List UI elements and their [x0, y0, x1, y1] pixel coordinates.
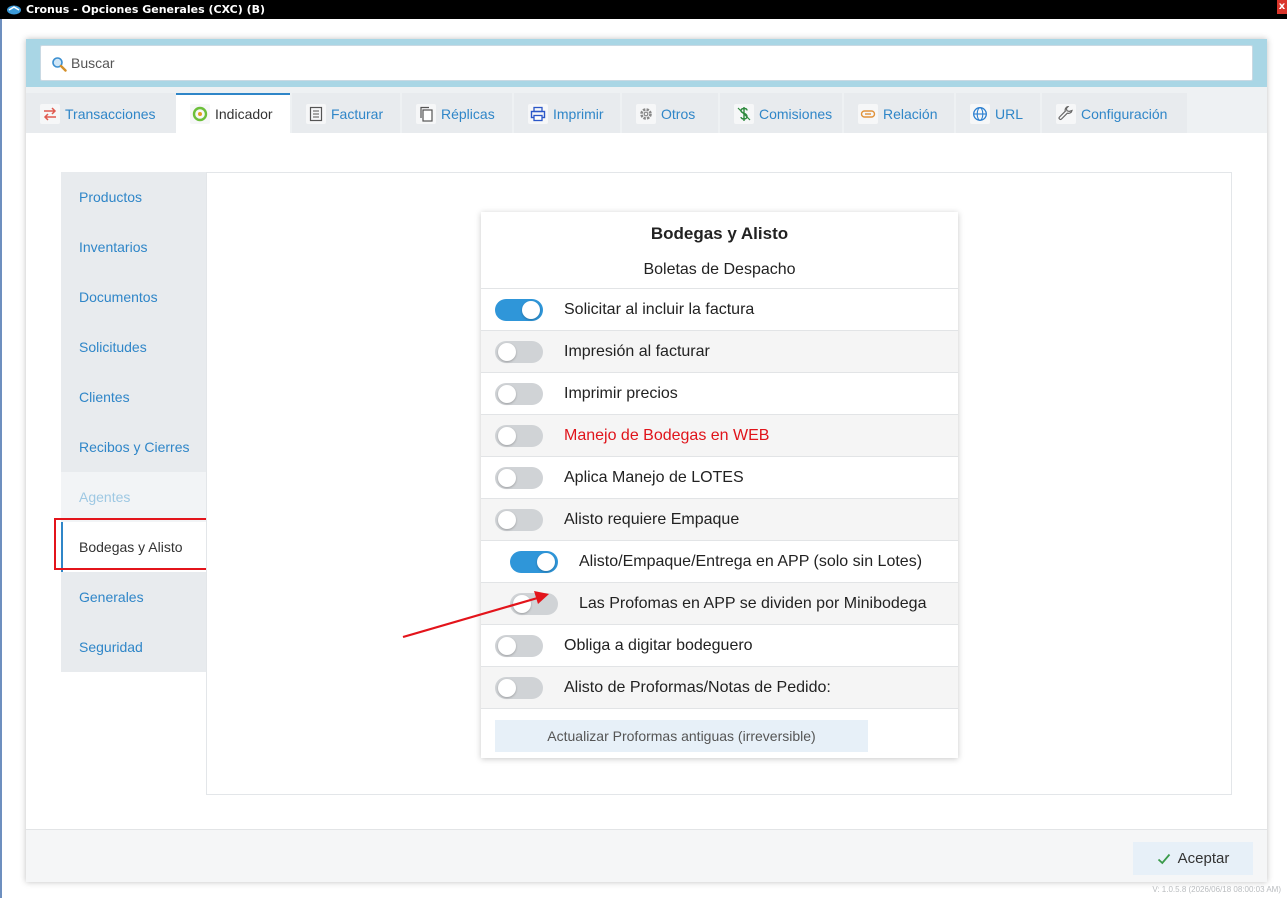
- options-footer: Actualizar Proformas antiguas (irreversi…: [481, 708, 958, 758]
- tab-otros[interactable]: Otros: [622, 93, 718, 133]
- options-title: Bodegas y Alisto: [650, 224, 789, 243]
- gear-icon: [636, 104, 656, 124]
- tab-url[interactable]: URL: [956, 93, 1040, 133]
- sidebar-item-recibos-y-cierres[interactable]: Recibos y Cierres: [61, 422, 207, 472]
- sidebar-item-documentos[interactable]: Documentos: [61, 272, 207, 322]
- sidebar-menu: Productos Inventarios Documentos Solicit…: [61, 172, 207, 672]
- option-label: Aplica Manejo de LOTES: [564, 469, 744, 486]
- tab-label: Réplicas: [441, 106, 495, 122]
- copy-icon: [416, 104, 436, 124]
- sidebar-item-productos[interactable]: Productos: [61, 172, 207, 222]
- search-box[interactable]: [40, 45, 1253, 81]
- tab-configuracion[interactable]: Configuración: [1042, 93, 1187, 133]
- option-row: Alisto requiere Empaque: [481, 498, 958, 540]
- tab-indicador[interactable]: Indicador: [176, 93, 290, 133]
- option-row: Impresión al facturar: [481, 330, 958, 372]
- option-label: Solicitar al incluir la factura: [564, 301, 755, 318]
- sidebar-item-generales[interactable]: Generales: [61, 572, 207, 622]
- update-old-proformas-button[interactable]: Actualizar Proformas antiguas (irreversi…: [495, 720, 868, 752]
- option-label: Alisto/Empaque/Entrega en APP (solo sin …: [579, 553, 923, 570]
- tab-label: Comisiones: [759, 106, 833, 122]
- window-left-border: [0, 19, 2, 898]
- accept-label: Aceptar: [1177, 850, 1230, 867]
- wrench-icon: [1056, 104, 1076, 124]
- link-icon: [858, 104, 878, 124]
- window-title: Cronus - Opciones Generales (CXC) (B): [26, 3, 266, 16]
- title-bar: Cronus - Opciones Generales (CXC) (B) x: [0, 0, 1287, 19]
- tab-label: Imprimir: [553, 106, 604, 122]
- tab-replicas[interactable]: Réplicas: [402, 93, 512, 133]
- option-row: Solicitar al incluir la factura: [481, 288, 958, 330]
- printer-icon: [528, 104, 548, 124]
- tab-label: Transacciones: [65, 106, 156, 122]
- search-input[interactable]: [71, 46, 1241, 80]
- toggle-manejo-bodegas-web[interactable]: [495, 425, 543, 447]
- search-icon: [52, 57, 67, 72]
- sidebar-item-agentes: Agentes: [61, 472, 207, 522]
- toggle-alisto-requiere-empaque[interactable]: [495, 509, 543, 531]
- tab-transacciones[interactable]: Transacciones: [26, 93, 176, 133]
- option-label: Obliga a digitar bodeguero: [564, 637, 753, 654]
- option-row: Alisto/Empaque/Entrega en APP (solo sin …: [481, 540, 958, 582]
- annotation-arrow-icon: [402, 591, 549, 639]
- option-label: Las Profomas en APP se dividen por Minib…: [579, 595, 927, 612]
- option-row: Aplica Manejo de LOTES: [481, 456, 958, 498]
- globe-icon: [970, 104, 990, 124]
- accept-button[interactable]: Aceptar: [1133, 842, 1253, 875]
- sidebar-item-solicitudes[interactable]: Solicitudes: [61, 322, 207, 372]
- commission-icon: [734, 104, 754, 124]
- tab-label: Configuración: [1081, 106, 1168, 122]
- tab-label: Relación: [883, 106, 938, 122]
- dialog-footer: Aceptar: [26, 829, 1267, 882]
- toggle-imprimir-precios[interactable]: [495, 383, 543, 405]
- gauge-icon: [190, 104, 210, 124]
- toggle-impresion-al-facturar[interactable]: [495, 341, 543, 363]
- options-subtitle: Boletas de Despacho: [643, 261, 796, 278]
- version-label: V: 1.0.5.8 (2026/06/18 08:00:03 AM): [1152, 885, 1281, 894]
- search-bar: [26, 39, 1267, 87]
- option-label: Manejo de Bodegas en WEB: [564, 427, 770, 444]
- options-dialog: Transacciones Indicador Facturar Réplica…: [26, 39, 1267, 882]
- tab-comisiones[interactable]: Comisiones: [720, 93, 842, 133]
- sidebar-item-inventarios[interactable]: Inventarios: [61, 222, 207, 272]
- option-label: Alisto requiere Empaque: [564, 511, 740, 528]
- tab-label: Indicador: [215, 106, 273, 122]
- sidebar-item-seguridad[interactable]: Seguridad: [61, 622, 207, 672]
- checkmark-icon: [1157, 853, 1170, 864]
- toggle-aplica-manejo-lotes[interactable]: [495, 467, 543, 489]
- option-label: Impresión al facturar: [564, 343, 710, 360]
- tab-label: URL: [995, 106, 1024, 122]
- close-window-button[interactable]: x: [1277, 0, 1287, 14]
- option-row: Imprimir precios: [481, 372, 958, 414]
- toggle-alisto-empaque-entrega-app[interactable]: [510, 551, 558, 573]
- option-row: Manejo de Bodegas en WEB: [481, 414, 958, 456]
- swap-arrows-icon: [40, 104, 60, 124]
- sidebar-item-clientes[interactable]: Clientes: [61, 372, 207, 422]
- toggle-solicitar-incluir-factura[interactable]: [495, 299, 543, 321]
- tab-relacion[interactable]: Relación: [844, 93, 954, 133]
- annotation-highlight-box: [54, 518, 213, 570]
- option-label: Alisto de Proformas/Notas de Pedido:: [564, 679, 831, 696]
- tab-facturar[interactable]: Facturar: [292, 93, 400, 133]
- tab-label: Otros: [661, 106, 696, 122]
- app-logo-icon: [7, 5, 21, 15]
- invoice-icon: [306, 104, 326, 124]
- tab-bar: Transacciones Indicador Facturar Réplica…: [26, 87, 1267, 133]
- option-label: Imprimir precios: [564, 385, 678, 402]
- tab-imprimir[interactable]: Imprimir: [514, 93, 620, 133]
- tab-label: Facturar: [331, 106, 384, 122]
